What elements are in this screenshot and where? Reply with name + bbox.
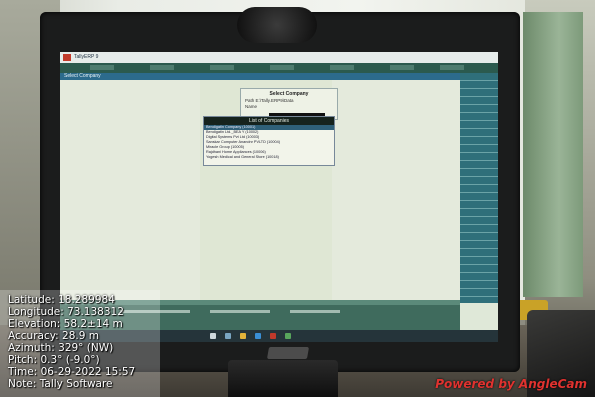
browser-icon[interactable]: [255, 333, 261, 339]
app-titlebar: TallyERP 9: [60, 52, 498, 63]
path-row: Path E:\Tally.ERP9\Data: [245, 98, 333, 103]
company-list: List of Companies Bendigatin Company (10…: [203, 116, 335, 166]
geo-overlay: Latitude: 18.289984 Longitude: 73.138312…: [8, 294, 198, 390]
elevation-text: Elevation: 58.2±14 m: [8, 318, 123, 330]
path-label: Path: [245, 98, 255, 103]
folder-icon[interactable]: [240, 333, 246, 339]
menu-item: [270, 65, 294, 70]
tally-icon: [63, 54, 71, 61]
path-value: E:\Tally.ERP9\Data: [255, 98, 294, 103]
latitude-text: Latitude: 18.289984: [8, 294, 115, 306]
list-header: List of Companies: [204, 117, 334, 125]
green-panel: [523, 12, 583, 297]
button-panel: [460, 73, 498, 303]
info-text: [290, 310, 340, 313]
longitude-text: Longitude: 73.138312: [8, 306, 124, 318]
dell-logo: [266, 347, 310, 359]
pitch-text: Pitch: 0.3° (-9.0°): [8, 354, 100, 366]
list-item[interactable]: Yogesh Medical and General Store (10018): [204, 155, 334, 160]
anglecam-watermark: Powered by AngleCam: [435, 377, 587, 391]
menu-item: [330, 65, 354, 70]
time-text: Time: 06-29-2022 15:57: [8, 366, 136, 378]
webcam: [237, 7, 317, 43]
name-label: Name: [245, 104, 258, 109]
app-title: TallyERP 9: [74, 54, 99, 60]
note-text: Note: Tally Software: [8, 378, 113, 390]
taskbar-app-icon[interactable]: [285, 333, 291, 339]
top-menu-bar: [60, 63, 498, 73]
menu-item: [90, 65, 114, 70]
name-row: Name: [245, 104, 333, 109]
gateway-bar: Select Company: [60, 73, 460, 80]
tally-taskbar-icon[interactable]: [270, 333, 276, 339]
menu-item: [390, 65, 414, 70]
menu-item: [210, 65, 234, 70]
taskbar-app-icon[interactable]: [225, 333, 231, 339]
accuracy-text: Accuracy: 28.9 m: [8, 330, 99, 342]
monitor-stand: [228, 360, 338, 397]
dialog-title: Select Company: [269, 91, 309, 97]
menu-item: [440, 65, 464, 70]
azimuth-text: Azimuth: 329° (NW): [8, 342, 114, 354]
start-icon[interactable]: [210, 333, 216, 339]
gateway-label: Select Company: [64, 73, 101, 79]
menu-item: [150, 65, 174, 70]
info-text: [210, 310, 270, 313]
